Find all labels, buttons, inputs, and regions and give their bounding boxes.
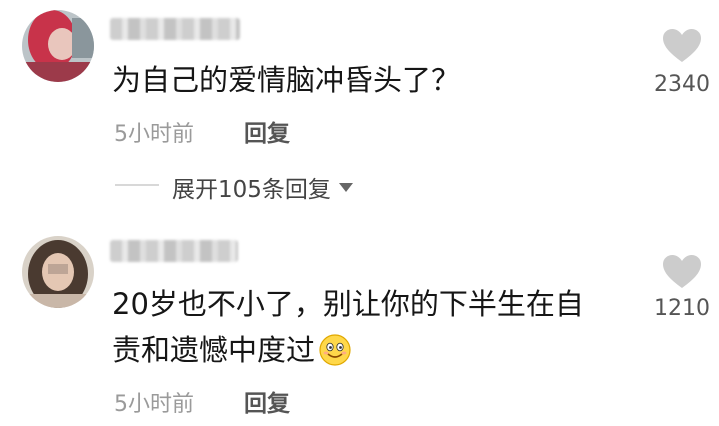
avatar-icon	[22, 10, 94, 82]
heart-icon	[663, 29, 701, 62]
like-button[interactable]	[662, 254, 702, 294]
username-blurred[interactable]	[110, 18, 240, 40]
expand-replies-label: 展开105条回复	[172, 177, 331, 203]
comment-text: 为自己的爱情脑冲昏头了？	[112, 63, 461, 97]
like-count: 2340	[654, 72, 710, 97]
caret-down-icon	[338, 182, 353, 192]
comment-text-line1: 20岁也不小了，别让你的下半生在自	[112, 287, 584, 321]
comment-time: 5小时前	[114, 392, 194, 417]
avatar[interactable]	[22, 236, 94, 308]
reply-button[interactable]: 回复	[244, 114, 290, 148]
avatar[interactable]	[22, 10, 94, 82]
like-count: 1210	[654, 296, 710, 321]
username-blurred[interactable]	[110, 240, 238, 262]
expand-divider	[115, 184, 159, 186]
smile-emoji-icon	[319, 334, 351, 366]
expand-replies-button[interactable]: 展开105条回复	[172, 170, 353, 204]
heart-icon	[663, 255, 701, 288]
comment-time: 5小时前	[114, 122, 194, 147]
like-button[interactable]	[662, 28, 702, 68]
comment-text-line2: 责和遗憾中度过	[112, 333, 316, 367]
comment-text-line2-row: 责和遗憾中度过	[112, 326, 351, 374]
reply-button[interactable]: 回复	[244, 384, 290, 418]
avatar-icon	[22, 236, 94, 308]
